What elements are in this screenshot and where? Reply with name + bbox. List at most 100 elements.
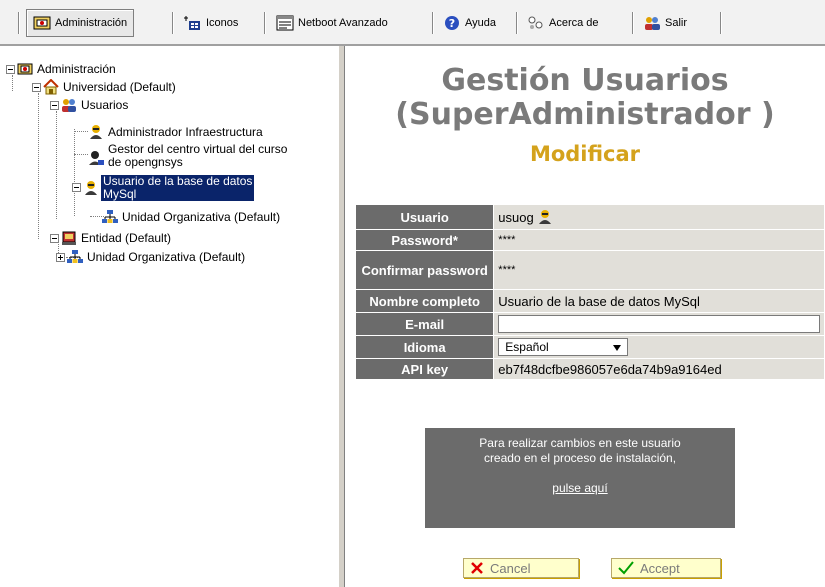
toolbar-acerca-label: Acerca de	[549, 17, 599, 29]
admin-icon	[33, 15, 51, 31]
apikey-label: API key	[356, 359, 494, 379]
network-icon	[102, 209, 118, 225]
netboot-icon	[276, 15, 294, 31]
toolbar-separator	[720, 12, 721, 34]
tree-item-label-line2: de opengnsys	[108, 155, 183, 169]
user-label: Usuario	[356, 205, 494, 229]
password-value: ****	[494, 230, 824, 250]
exit-icon	[643, 15, 661, 31]
pane-splitter[interactable]	[338, 46, 345, 587]
admin-icon	[17, 61, 33, 77]
tree-item-label: Unidad Organizativa (Default)	[122, 210, 281, 224]
toolbar-separator	[516, 12, 517, 34]
tree-item-label-line2: MySql	[103, 187, 137, 201]
tree-item-label: Entidad (Default)	[81, 231, 172, 245]
tree-item-label: Administrador Infraestructura	[108, 125, 263, 139]
tree-item-user-db[interactable]: Usuario de la base de datos MySql	[72, 174, 255, 205]
user-icon	[88, 150, 104, 166]
fullname-label: Nombre completo	[356, 290, 494, 312]
house-icon	[43, 78, 59, 95]
tree-item-label: Gestor del centro virtual del curso de o…	[106, 143, 289, 169]
confirm-password-value: ****	[494, 251, 824, 289]
language-cell: Español	[494, 336, 824, 358]
tree-item-entidad[interactable]: Entidad (Default)	[50, 229, 173, 247]
tree-item-label: Administración	[37, 62, 116, 76]
tree-collapse-toggle[interactable]	[6, 64, 15, 74]
user-value: usuog	[498, 210, 534, 225]
page-subtitle: Modificar	[529, 142, 641, 166]
tree-item-label: Universidad (Default)	[63, 80, 176, 94]
password-label: Password*	[356, 230, 494, 250]
tree-collapse-toggle[interactable]	[50, 100, 59, 110]
tree-item-org-unit[interactable]: Unidad Organizativa (Default)	[56, 248, 247, 266]
language-select[interactable]: Español	[498, 338, 629, 356]
tree-item-label-line1: Usuario de la base de datos	[103, 174, 253, 188]
form-row-password: Password* ****	[356, 230, 824, 250]
form-row-fullname: Nombre completo Usuario de la base de da…	[356, 290, 824, 312]
toolbar-salir-button[interactable]: Salir	[637, 9, 693, 37]
toolbar-separator	[18, 12, 19, 34]
svg-text:?: ?	[449, 17, 455, 30]
user-value-cell: usuog	[494, 205, 824, 229]
tree-connector	[56, 111, 57, 219]
toolbar-separator	[432, 12, 433, 34]
tree-item-label-line1: Gestor del centro virtual del curso	[108, 142, 288, 156]
language-label: Idioma	[356, 336, 494, 358]
toolbar-separator	[632, 12, 633, 34]
toolbar-ayuda-button[interactable]: ? Ayuda	[437, 9, 502, 37]
form-row-language: Idioma Español	[356, 336, 824, 358]
tree-item-label: Usuarios	[81, 98, 129, 112]
page-title: Gestión Usuarios (SuperAdministrador )	[345, 64, 825, 132]
toolbar-iconos-button[interactable]: Iconos	[178, 9, 244, 37]
user-icon	[537, 209, 553, 225]
dropdown-arrow-icon	[613, 340, 622, 354]
toolbar-separator	[264, 12, 265, 34]
tree-item-user-admin-infra[interactable]: Administrador Infraestructura	[88, 123, 265, 141]
tree-item-org-unit-child[interactable]: Unidad Organizativa (Default)	[102, 208, 282, 226]
cancel-button[interactable]: Cancel	[463, 558, 579, 578]
entity-icon	[61, 230, 77, 246]
tree-collapse-toggle[interactable]	[50, 233, 59, 243]
toolbar-administracion-button[interactable]: Administración	[26, 9, 135, 37]
about-icon	[527, 15, 545, 31]
language-selected-value: Español	[505, 340, 549, 354]
help-icon: ?	[443, 15, 461, 31]
user-form: Usuario usuog Password* **** Confirmar p…	[355, 204, 825, 380]
content-pane: Gestión Usuarios (SuperAdministrador ) M…	[345, 46, 825, 587]
form-row-apikey: API key eb7f48dcfbe986057e6da74b9a9164ed	[356, 359, 824, 379]
toolbar-ayuda-label: Ayuda	[465, 17, 496, 29]
toolbar-netboot-button[interactable]: Netboot Avanzado	[270, 9, 394, 37]
tree-collapse-toggle[interactable]	[72, 183, 81, 192]
email-label: E-mail	[356, 313, 494, 335]
cancel-button-label: Cancel	[490, 560, 531, 576]
checkmark-icon	[618, 561, 634, 575]
page-title-line2: (SuperAdministrador )	[395, 97, 775, 132]
cancel-icon	[470, 561, 484, 575]
tree-pane: Administración Universidad (Default) Usu…	[0, 46, 338, 587]
tree-item-administracion[interactable]: Administración	[6, 60, 118, 78]
toolbar-netboot-label: Netboot Avanzado	[298, 17, 388, 29]
main-toolbar: Administración Iconos Netboot Avanzado ?…	[0, 0, 825, 46]
confirm-password-label: Confirmar password	[356, 251, 494, 289]
users-group-icon	[61, 97, 77, 113]
tree-item-universidad[interactable]: Universidad (Default)	[32, 78, 178, 96]
toolbar-acerca-button[interactable]: Acerca de	[521, 9, 605, 37]
tree-collapse-toggle[interactable]	[32, 82, 41, 92]
form-row-confirm: Confirmar password ****	[356, 251, 824, 289]
click-here-link[interactable]: pulse aquí	[552, 481, 607, 495]
toolbar-separator	[172, 12, 173, 34]
email-field[interactable]	[498, 315, 821, 333]
page-title-line1: Gestión Usuarios	[441, 63, 729, 98]
accept-button-label: Accept	[640, 560, 680, 576]
accept-button[interactable]: Accept	[611, 558, 721, 578]
tree-item-user-gestor[interactable]: Gestor del centro virtual del curso de o…	[88, 143, 289, 173]
form-row-user: Usuario usuog	[356, 205, 824, 229]
toolbar-salir-label: Salir	[665, 17, 688, 29]
tree-item-usuarios[interactable]: Usuarios	[50, 96, 130, 114]
info-text-line2: creado en el proceso de instalación,	[483, 451, 677, 465]
tree-expand-toggle[interactable]	[56, 252, 65, 262]
toolbar-administracion-label: Administración	[55, 17, 128, 29]
email-cell	[494, 313, 824, 335]
tree-connector	[38, 93, 39, 239]
info-box: Para realizar cambios en este usuario cr…	[425, 428, 735, 528]
